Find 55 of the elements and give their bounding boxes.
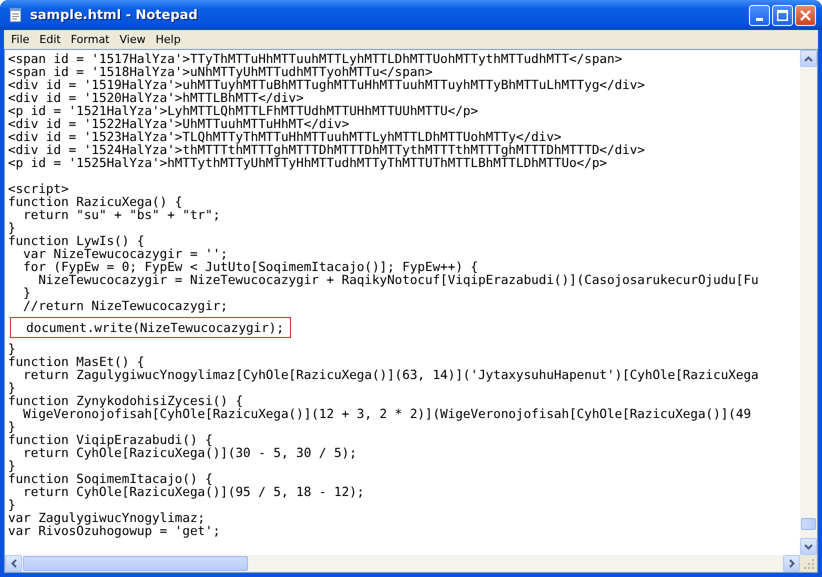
code-line: <script> <box>8 182 70 195</box>
code-line: var NizeTewucocazygir = ''; <box>22 247 229 260</box>
code-line: } <box>8 221 16 234</box>
scroll-down-button[interactable] <box>800 538 817 555</box>
close-icon <box>800 10 811 20</box>
code-line: <span id = '1517HalYza'>TTyThMTTuHhMTTuuhMTTLyhMTTLDhMTTUohMTTythMTTudhMTT</span> <box>8 52 624 65</box>
code-line: } <box>8 498 17 511</box>
maximize-button[interactable] <box>772 4 793 26</box>
code-line: } <box>22 286 32 299</box>
code-line: <p id = '1525HalYza'>hMTTythMTTyUhMTTyHhMTTudhMTTyThMTTUThMTTLBhMTTLDhMTTUo</p> <box>8 156 607 169</box>
code-line: function ViqipErazabudi() { <box>8 433 214 446</box>
code-line: } <box>8 420 16 433</box>
code-line: <div id = '1523HalYza'>TLQhMTTyThMTTuHhMTTuuhMTTLyhMTTLDhMTTUohMTTy</div> <box>8 130 562 143</box>
code-line: function SoqimemItacajo() { <box>8 472 214 485</box>
menu-item[interactable]: Format <box>66 33 114 46</box>
notepad-icon <box>8 7 24 23</box>
maximize-icon <box>777 10 788 20</box>
code-line: var RivosOzuhogowup = 'get'; <box>8 524 222 537</box>
scroll-up-button[interactable] <box>800 50 817 67</box>
close-button[interactable] <box>795 4 816 26</box>
code-line: return CyhOle[RazicuXega()](30 - 5, 30 / 5); <box>22 446 358 459</box>
scroll-thumb[interactable] <box>23 556 248 571</box>
code-line: return ZagulygiwucYnogylimaz[CyhOle[RazicuXega()](63, 14)]('JytaxysuhuHapenut')[CyhOle[RazicuXega <box>22 368 760 381</box>
code-line: for (FypEw = 0; FypEw < JutUto[SoqimemItacajo()]; FypEw++) { <box>22 260 480 273</box>
code-line: <div id = '1520HalYza'>hMTTLBhMTT</div> <box>8 91 304 104</box>
code-line: } <box>8 342 16 355</box>
code-line: } <box>8 381 16 394</box>
code-line: <p id = '1521HalYza'>LyhMTTLQhMTTLFhMTTUdhMTTUHhMTTUUhMTTU</p> <box>8 104 480 117</box>
menu-item[interactable]: File <box>6 33 34 46</box>
menu-item[interactable]: Edit <box>34 33 66 46</box>
vertical-scrollbar[interactable] <box>800 50 817 555</box>
code-line: <div id = '1519HalYza'>uhMTTuyhMTTuBhMTTughMTTuHhMTTuuhMTTuyhMTTyBhMTTuLhMTTyg</div> <box>8 78 646 91</box>
code-line: <div id = '1524HalYza'>thMTTTthMTTTghMTTTDhMTTTDhMTTythMTTTthMTTTghMTTTDhMTTTD</div> <box>8 143 646 156</box>
code-line: function ZynykodohisiZycesi() { <box>8 394 244 407</box>
code-line: <div id = '1522HalYza'>UhMTTuuhMTTuHhMT</div> <box>8 117 350 130</box>
code-line: <span id = '1518HalYza'>uNhMTTyUhMTTudhMTTyohMTTu</span> <box>8 65 433 78</box>
minimize-icon <box>756 18 763 20</box>
scroll-thumb[interactable] <box>801 518 816 530</box>
scroll-left-button[interactable] <box>5 555 22 572</box>
scroll-right-button[interactable] <box>783 555 800 572</box>
menu-item[interactable]: Help <box>150 33 186 46</box>
code-line: //return NizeTewucocazygir; <box>22 299 229 312</box>
code-line: var ZagulygiwucYnogylimaz; <box>8 511 206 524</box>
code-line: } <box>8 459 16 472</box>
window-title: sample.html - Notepad <box>30 8 199 22</box>
code-line: function MasEt() { <box>8 355 146 368</box>
code-line: WigeVeronojofisah[CyhOle[RazicuXega()](12 + 3, 2 * 2)](WigeVeronojofisah[CyhOle[RazicuXega()](49 <box>22 407 752 420</box>
code-line: NizeTewucocazygir = NizeTewucocazygir + RaqikyNotocuf[ViqipErazabudi()](CasojosarukecurOjudu[Fu <box>37 273 760 286</box>
code-line: return "su" + "bs" + "tr"; <box>22 208 222 221</box>
code-line: return CyhOle[RazicuXega()](95 / 5, 18 - 12); <box>22 485 366 498</box>
code-line: function LywIs() { <box>8 234 146 247</box>
horizontal-scrollbar[interactable] <box>5 555 800 572</box>
code-line: function RazicuXega() { <box>8 195 184 208</box>
menu-item[interactable]: View <box>114 33 151 46</box>
minimize-button[interactable] <box>749 4 770 26</box>
